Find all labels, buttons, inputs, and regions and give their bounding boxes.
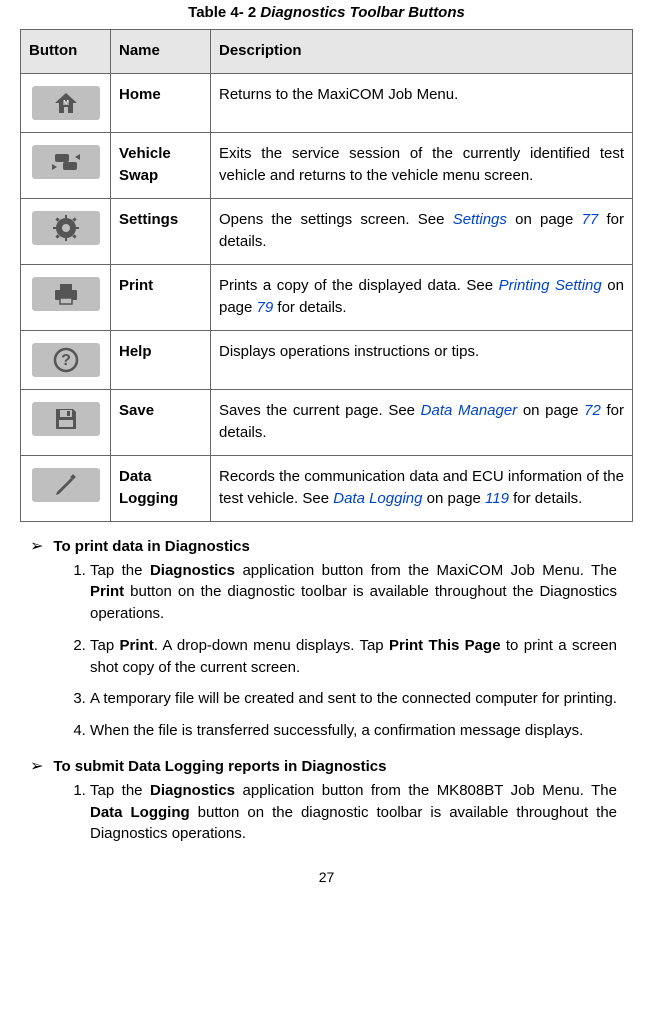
step-item: Tap the Diagnostics application button f… (90, 560, 617, 625)
button-description-cell: Prints a copy of the displayed data. See… (211, 264, 633, 330)
button-description-cell: Records the communication data and ECU i… (211, 455, 633, 521)
table-row: Data LoggingRecords the communication da… (21, 455, 633, 521)
caption-label: Table 4- 2 (188, 4, 256, 21)
page-ref[interactable]: 72 (584, 402, 601, 419)
table-header-row: Button Name Description (21, 30, 633, 74)
xref-link[interactable]: Printing Setting (499, 277, 602, 294)
page: Table 4- 2 Diagnostics Toolbar Buttons B… (0, 4, 653, 1013)
svg-text:M: M (63, 100, 69, 107)
button-name-cell: Data Logging (111, 455, 211, 521)
button-description-cell: Exits the service session of the current… (211, 132, 633, 198)
button-name-cell: Print (111, 264, 211, 330)
vehicle-swap-icon (32, 145, 100, 179)
button-icon-cell: ? (21, 330, 111, 389)
button-description-cell: Saves the current page. See Data Manager… (211, 389, 633, 455)
data-logging-icon (32, 468, 100, 502)
button-icon-cell (21, 389, 111, 455)
table-row: M HomeReturns to the MaxiCOM Job Menu. (21, 73, 633, 132)
button-icon-cell (21, 198, 111, 264)
table-row: ? HelpDisplays operations instructions or… (21, 330, 633, 389)
svg-text:?: ? (61, 352, 71, 369)
table-row: SettingsOpens the settings screen. See S… (21, 198, 633, 264)
help-icon: ? (32, 343, 100, 377)
button-name-cell: Vehicle Swap (111, 132, 211, 198)
button-name-cell: Settings (111, 198, 211, 264)
header-name: Name (111, 30, 211, 74)
table-row: SaveSaves the current page. See Data Man… (21, 389, 633, 455)
button-icon-cell (21, 455, 111, 521)
section-title: To print data in Diagnostics (53, 538, 249, 555)
page-ref[interactable]: 77 (582, 211, 599, 228)
button-icon-cell (21, 264, 111, 330)
section-heading: ➢ To print data in Diagnostics (30, 536, 633, 556)
button-description-cell: Displays operations instructions or tips… (211, 330, 633, 389)
bullet-arrow-icon: ➢ (30, 536, 43, 556)
settings-icon (32, 211, 100, 245)
button-description-cell: Returns to the MaxiCOM Job Menu. (211, 73, 633, 132)
button-icon-cell (21, 132, 111, 198)
xref-link[interactable]: Settings (453, 211, 507, 228)
header-button: Button (21, 30, 111, 74)
button-icon-cell: M (21, 73, 111, 132)
page-ref[interactable]: 119 (485, 490, 509, 507)
steps-list: Tap the Diagnostics application button f… (70, 560, 633, 742)
xref-link[interactable]: Data Manager (421, 402, 518, 419)
table-row: PrintPrints a copy of the displayed data… (21, 264, 633, 330)
section-title: To submit Data Logging reports in Diagno… (53, 758, 386, 775)
print-icon (32, 277, 100, 311)
bullet-arrow-icon: ➢ (30, 756, 43, 776)
step-item: When the file is transferred successfull… (90, 720, 617, 742)
page-ref[interactable]: 79 (257, 299, 274, 316)
button-name-cell: Save (111, 389, 211, 455)
step-item: Tap Print. A drop-down menu displays. Ta… (90, 635, 617, 679)
steps-list: Tap the Diagnostics application button f… (70, 780, 633, 845)
home-icon: M (32, 86, 100, 120)
table-caption: Table 4- 2 Diagnostics Toolbar Buttons (20, 4, 633, 21)
step-item: A temporary file will be created and sen… (90, 688, 617, 710)
page-number: 27 (20, 869, 633, 885)
header-description: Description (211, 30, 633, 74)
section-heading: ➢ To submit Data Logging reports in Diagn… (30, 756, 633, 776)
step-item: Tap the Diagnostics application button f… (90, 780, 617, 845)
button-name-cell: Help (111, 330, 211, 389)
button-description-cell: Opens the settings screen. See Settings … (211, 198, 633, 264)
button-name-cell: Home (111, 73, 211, 132)
table-row: Vehicle SwapExits the service session of… (21, 132, 633, 198)
toolbar-buttons-table: Button Name Description M HomeReturns to … (20, 29, 633, 522)
save-icon (32, 402, 100, 436)
caption-title: Diagnostics Toolbar Buttons (260, 4, 464, 21)
xref-link[interactable]: Data Logging (333, 490, 422, 507)
